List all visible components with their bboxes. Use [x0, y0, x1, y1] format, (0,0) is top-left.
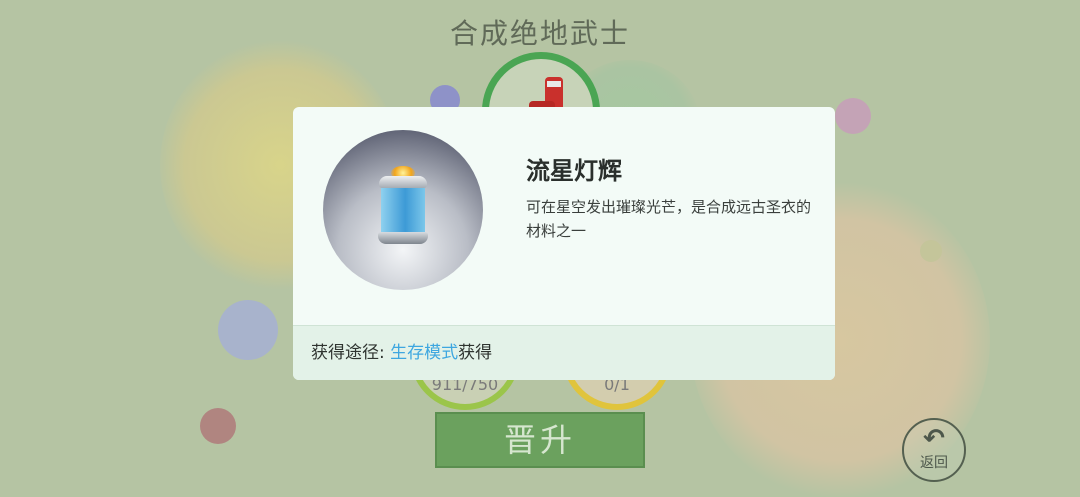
item-name: 流星灯辉 [526, 157, 622, 185]
item-info-popup[interactable]: 流星灯辉 可在星空发出璀璨光芒，是合成远古圣衣的材料之一 获得途径: 生存模式获… [293, 107, 835, 380]
source-bar: 获得途径: 生存模式获得 [293, 325, 835, 380]
background-blob [835, 98, 871, 134]
back-button[interactable]: ↶ 返回 [902, 418, 966, 482]
screen-title: 合成绝地武士 [449, 17, 630, 50]
source-label: 获得途径: [311, 343, 385, 363]
upgrade-button[interactable]: 晋升 [435, 412, 645, 468]
background-blob [218, 300, 278, 360]
undo-arrow-icon: ↶ [923, 424, 945, 454]
back-label: 返回 [920, 455, 948, 471]
item-image [323, 130, 483, 290]
source-mode-link[interactable]: 生存模式 [390, 343, 458, 363]
background-blob [200, 408, 236, 444]
lantern-jar-icon [375, 166, 431, 246]
source-suffix: 获得 [458, 343, 493, 363]
background-blob [920, 240, 942, 262]
item-description: 可在星空发出璀璨光芒，是合成远古圣衣的材料之一 [526, 198, 812, 240]
